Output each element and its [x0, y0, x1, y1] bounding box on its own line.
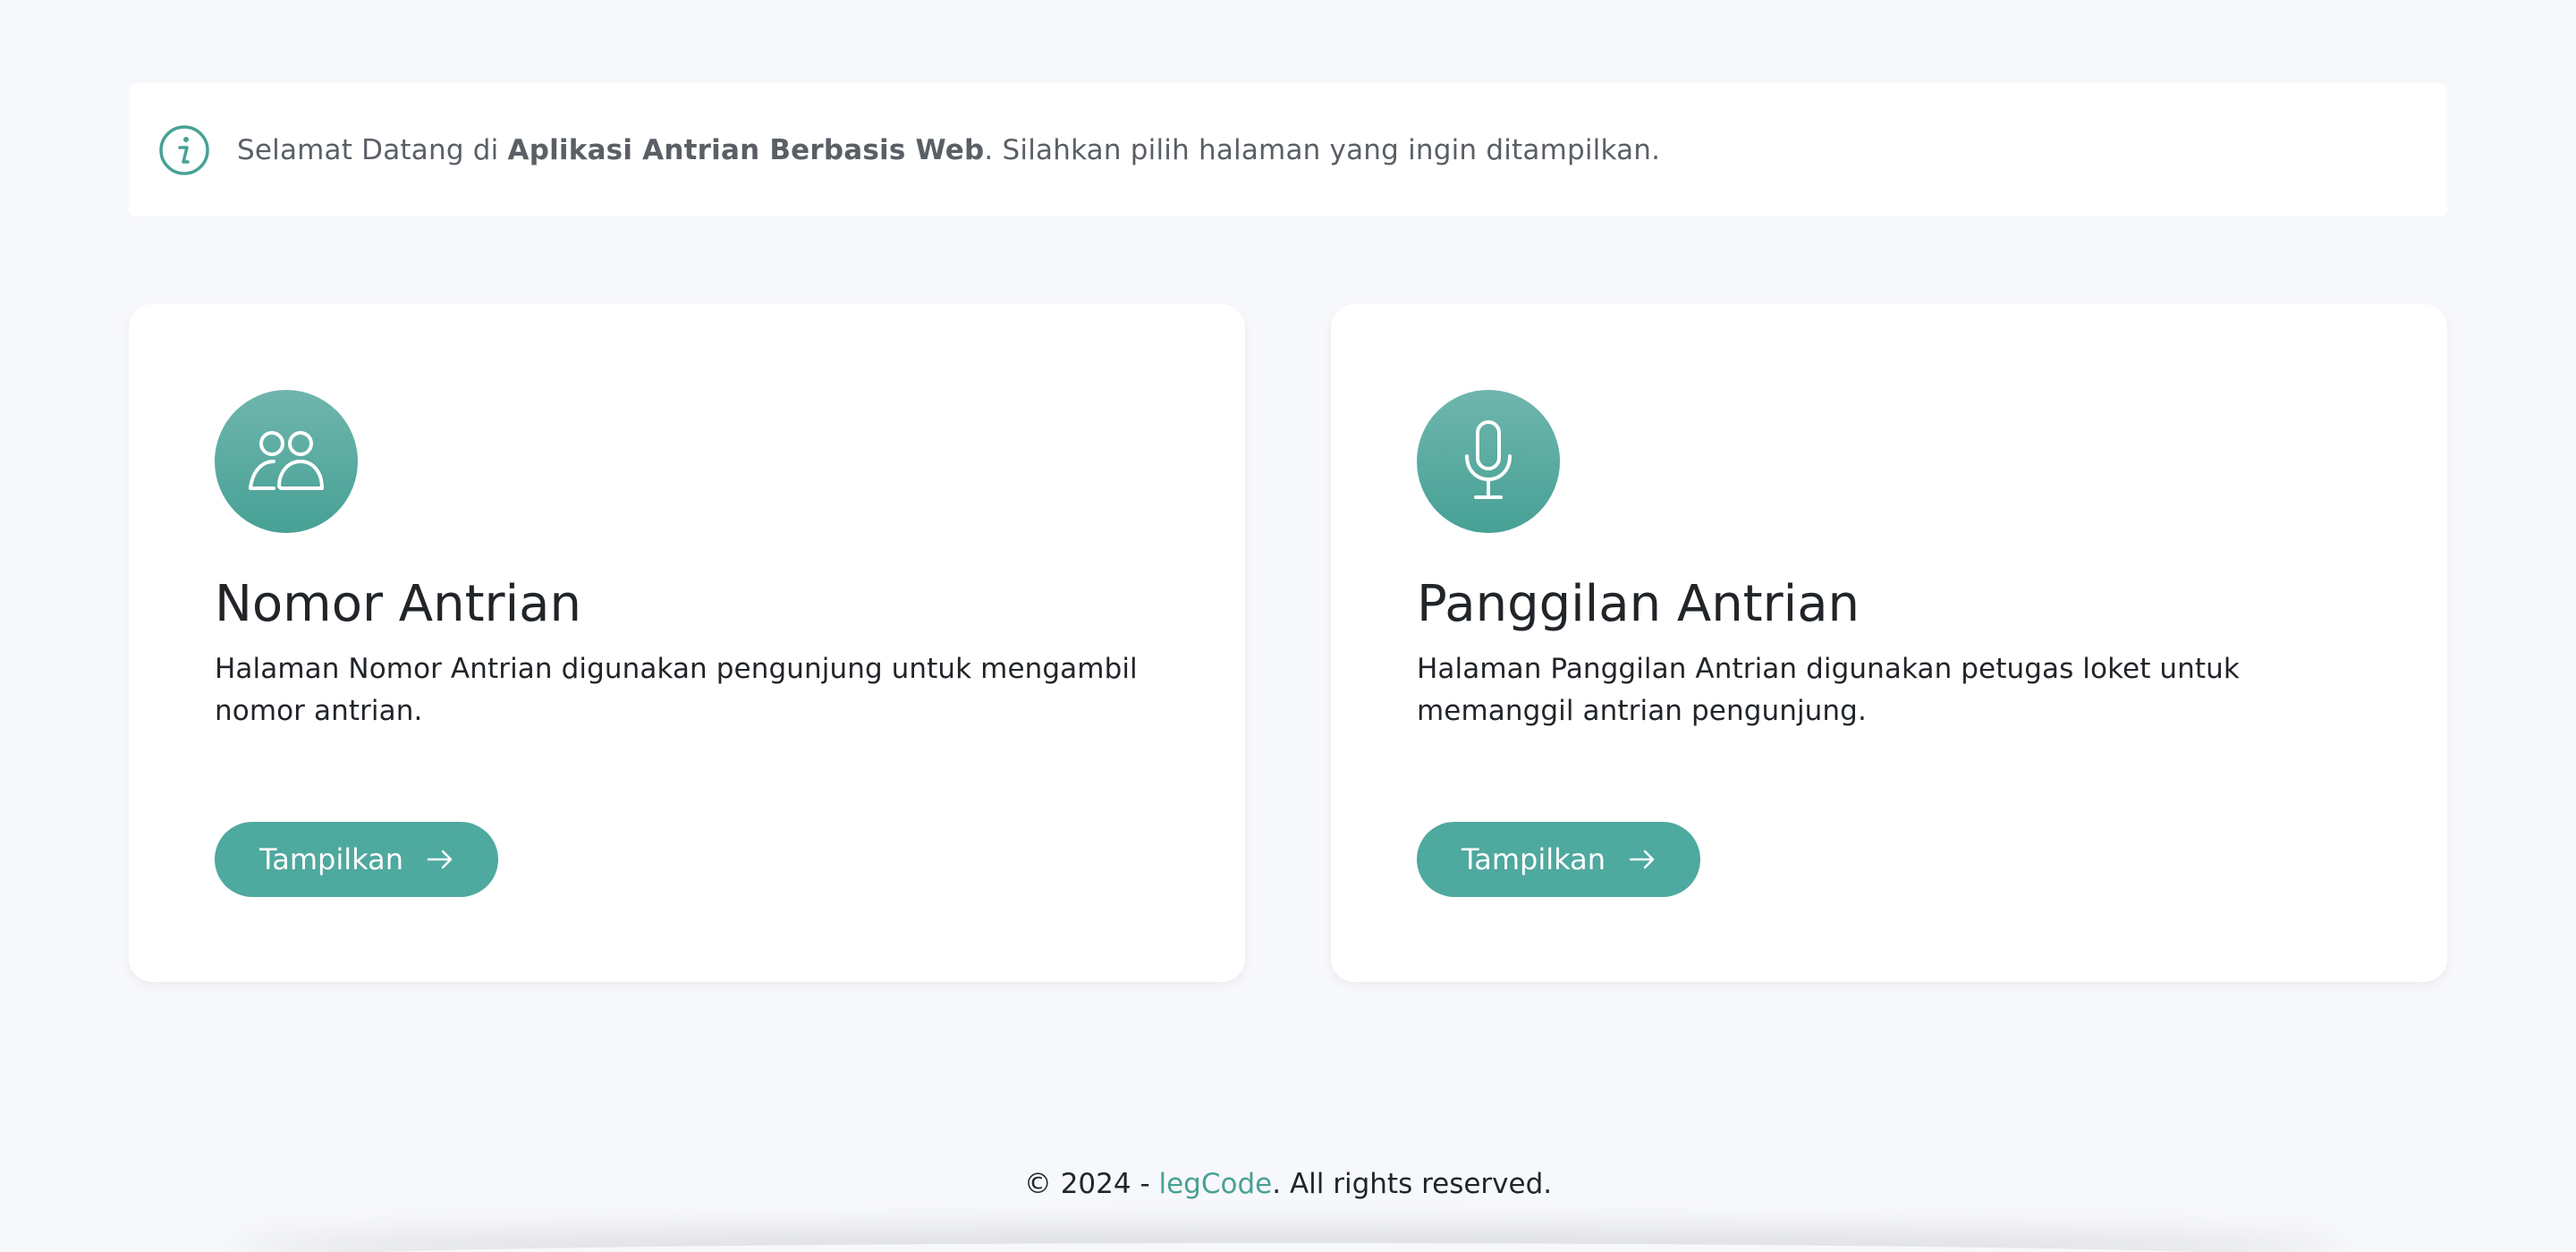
card-title: Panggilan Antrian — [1417, 575, 1860, 633]
app-name: Aplikasi Antrian Berbasis Web — [507, 133, 985, 166]
footer: © 2024 - legCode. All rights reserved. — [0, 1168, 2576, 1200]
card-panggilan-antrian: Panggilan Antrian Halaman Panggilan Antr… — [1331, 304, 2447, 982]
welcome-message: Selamat Datang di Aplikasi Antrian Berba… — [237, 134, 1660, 166]
card-nomor-antrian: Nomor Antrian Halaman Nomor Antrian digu… — [129, 304, 1245, 982]
footer-rights: . All rights reserved. — [1272, 1168, 1553, 1200]
welcome-suffix: . Silahkan pilih halaman yang ingin dita… — [984, 133, 1661, 166]
footer-copyright: © 2024 - — [1023, 1168, 1159, 1200]
info-circle-icon — [158, 124, 210, 176]
welcome-alert: Selamat Datang di Aplikasi Antrian Berba… — [129, 83, 2447, 216]
card-description: Halaman Nomor Antrian digunakan pengunju… — [215, 653, 1138, 728]
microphone-icon — [1417, 390, 1560, 533]
arrow-right-icon — [427, 849, 453, 870]
arrow-right-icon — [1629, 849, 1656, 870]
button-label: Tampilkan — [259, 842, 403, 876]
people-icon — [215, 390, 358, 533]
footer-link-legcode[interactable]: legCode — [1159, 1168, 1273, 1200]
bottom-shadow — [233, 1243, 2343, 1252]
welcome-prefix: Selamat Datang di — [237, 133, 508, 166]
tampilkan-panggilan-antrian-button[interactable]: Tampilkan — [1417, 822, 1700, 897]
button-label: Tampilkan — [1462, 842, 1606, 876]
page: Selamat Datang di Aplikasi Antrian Berba… — [0, 0, 2576, 1252]
card-title: Nomor Antrian — [215, 575, 581, 633]
card-description: Halaman Panggilan Antrian digunakan petu… — [1417, 653, 2240, 728]
tampilkan-nomor-antrian-button[interactable]: Tampilkan — [215, 822, 498, 897]
